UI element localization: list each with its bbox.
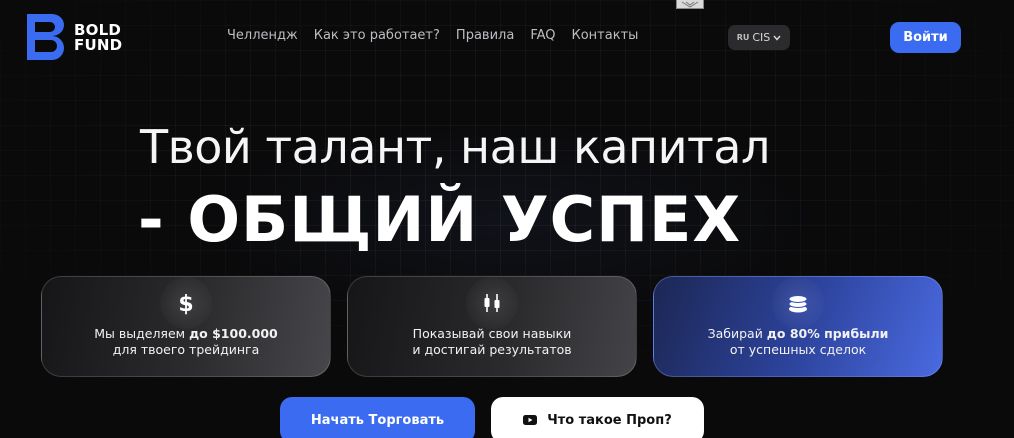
coins-icon (772, 277, 824, 329)
region-label: CIS (752, 31, 771, 44)
candlestick-icon (466, 277, 518, 329)
feature-card-text: Показывай свои навыки и достигай результ… (412, 326, 572, 357)
nav-link-faq[interactable]: FAQ (530, 28, 555, 43)
svg-text:$: $ (178, 292, 193, 316)
nav-link-how-it-works[interactable]: Как это работает? (314, 28, 440, 43)
region-selector[interactable]: RU CIS (728, 25, 790, 50)
feature-card-text: Мы выделяем до $100.000 для твоего трейд… (94, 326, 278, 357)
nav-link-rules[interactable]: Правила (456, 28, 514, 43)
main-nav: Челлендж Как это работает? Правила FAQ К… (227, 28, 638, 43)
feature-card-profit: Забирай до 80% прибыли от успешных сдело… (653, 276, 943, 377)
feature-card-text: Забирай до 80% прибыли от успешных сдело… (707, 326, 889, 357)
hero-title-line2: - ОБЩИЙ УСПЕХ (138, 183, 742, 256)
what-is-prop-button[interactable]: Что такое Проп? (491, 397, 704, 438)
start-trading-button[interactable]: Начать Торговать (280, 397, 475, 438)
top-handle-icon (676, 0, 704, 9)
hero-title-line1: Твой талант, наш капитал (140, 120, 770, 174)
dollar-icon: $ (160, 277, 212, 329)
logo-mark-icon (27, 14, 64, 60)
feature-card-skills: Показывай свои навыки и достигай результ… (347, 276, 637, 377)
feature-card-capital: $ Мы выделяем до $100.000 для твоего тре… (41, 276, 331, 377)
nav-link-contacts[interactable]: Контакты (572, 28, 639, 43)
youtube-play-icon (523, 415, 538, 425)
brand-logo[interactable]: BOLD FUND (24, 12, 122, 64)
nav-link-challenge[interactable]: Челлендж (227, 28, 298, 43)
brand-line2: FUND (74, 36, 123, 54)
login-button[interactable]: Войти (890, 22, 961, 53)
what-is-prop-label: Что такое Проп? (547, 412, 672, 428)
brand-name: BOLD FUND (74, 23, 122, 53)
chevron-down-icon (773, 35, 781, 41)
region-lang: RU (736, 33, 750, 42)
